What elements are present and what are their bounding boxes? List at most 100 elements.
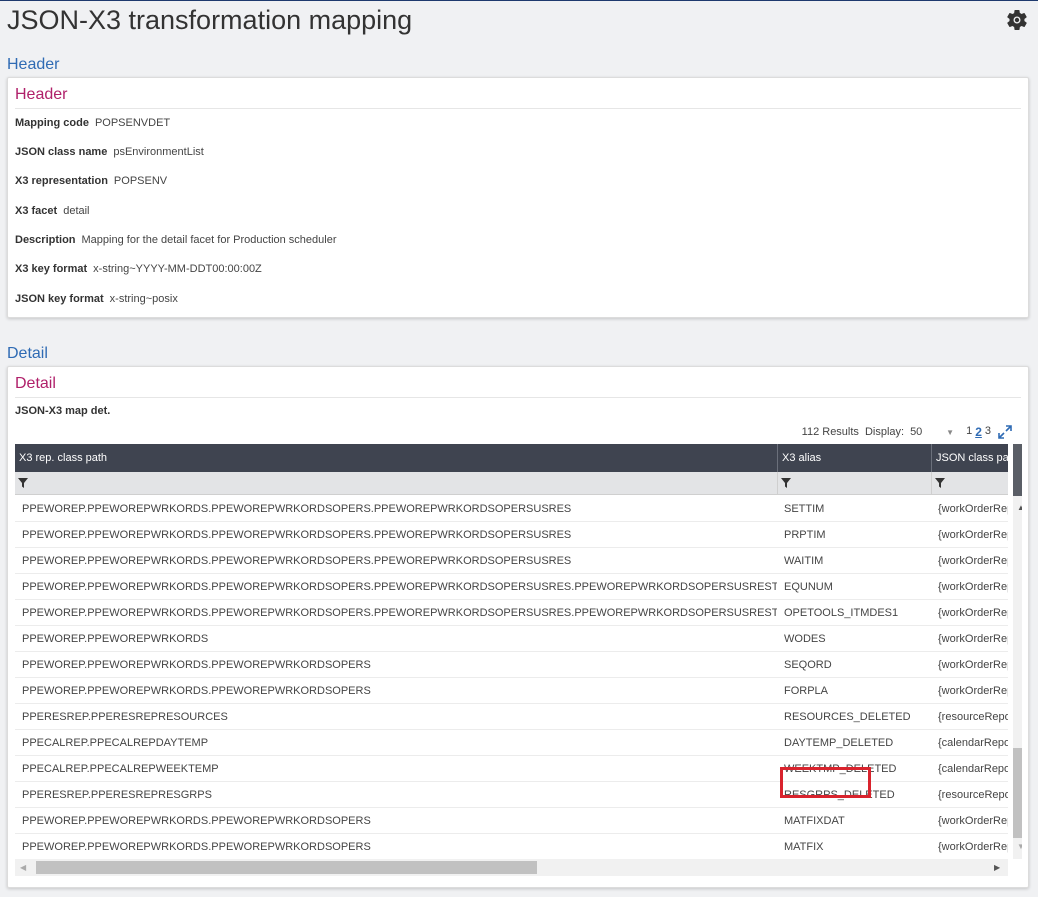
cell-x3-alias[interactable]: RESOURCES_DELETED xyxy=(777,704,931,730)
horizontal-scroll-thumb[interactable] xyxy=(36,861,537,874)
field-label: Mapping code xyxy=(15,117,89,129)
display-select[interactable]: 50 ▼ xyxy=(910,426,954,439)
cell-x3-rep-class-path[interactable]: PPEWOREP.PPEWOREPWRKORDS.PPEWOREPWRKORDS… xyxy=(15,652,777,678)
cell-x3-rep-class-path[interactable]: PPECALREP.PPECALREPDAYTEMP xyxy=(15,730,777,756)
cell-json-class-path[interactable]: {workOrderReport} xyxy=(931,574,1008,600)
table-row[interactable]: PPEWOREP.PPEWOREPWRKORDS.PPEWOREPWRKORDS… xyxy=(15,652,1008,678)
column-header-json-class-path[interactable]: JSON class path xyxy=(931,444,1008,472)
cell-x3-alias[interactable]: SETTIM xyxy=(777,496,931,522)
field-label: JSON key format xyxy=(15,293,104,305)
field-json-class-name: JSON class name psEnvironmentList xyxy=(15,146,204,158)
cell-x3-rep-class-path[interactable]: PPECALREP.PPECALREPWEEKTEMP xyxy=(15,756,777,782)
field-value: Mapping for the detail facet for Product… xyxy=(81,234,337,246)
table-row[interactable]: PPEWOREP.PPEWOREPWRKORDS.PPEWOREPWRKORDS… xyxy=(15,600,1008,626)
scroll-right-icon[interactable]: ▶ xyxy=(994,863,1000,872)
filter-icon[interactable] xyxy=(781,478,791,488)
display-label: Display: xyxy=(864,426,905,438)
cell-json-class-path[interactable]: {workOrderReport} xyxy=(931,522,1008,548)
cell-x3-alias[interactable]: WODES xyxy=(777,626,931,652)
table-row[interactable]: PPEWOREP.PPEWOREPWRKORDS.PPEWOREPWRKORDS… xyxy=(15,834,1008,860)
table-body: PPEWOREP.PPEWOREPWRKORDS.PPEWOREPWRKORDS… xyxy=(15,496,1008,860)
filter-cell xyxy=(15,472,777,495)
column-header-x3-alias[interactable]: X3 alias xyxy=(777,444,931,472)
field-value: x-string~YYYY-MM-DDT00:00:00Z xyxy=(93,263,262,275)
cell-json-class-path[interactable]: {calendarReport} xyxy=(931,756,1008,782)
cell-json-class-path[interactable]: {workOrderReport} xyxy=(931,496,1008,522)
cell-x3-alias[interactable]: OPETOOLS_ITMDES1 xyxy=(777,600,931,626)
cell-json-class-path[interactable]: {workOrderReport} xyxy=(931,808,1008,834)
column-header-x3-rep-class-path[interactable]: X3 rep. class path xyxy=(15,444,777,472)
table-row[interactable]: PPEWOREP.PPEWOREPWRKORDS.PPEWOREPWRKORDS… xyxy=(15,496,1008,522)
cell-x3-alias[interactable]: PRPTIM xyxy=(777,522,931,548)
filter-cell xyxy=(931,472,1008,495)
cell-x3-rep-class-path[interactable]: PPEWOREP.PPEWOREPWRKORDS xyxy=(15,626,777,652)
table-toolbar: 112 Results Display: 50 ▼ 1 2 3 xyxy=(802,425,1012,439)
gear-icon[interactable] xyxy=(1005,8,1029,32)
table-row[interactable]: PPEWOREP.PPEWOREPWRKORDS WODES {workOrderR… xyxy=(15,626,1008,652)
cell-x3-rep-class-path[interactable]: PPERESREP.PPERESREPRESOURCES xyxy=(15,704,777,730)
cell-x3-rep-class-path[interactable]: PPEWOREP.PPEWOREPWRKORDS.PPEWOREPWRKORDS… xyxy=(15,834,777,860)
page-1[interactable]: 1 xyxy=(966,425,972,439)
cell-json-class-path[interactable]: {workOrderReport} xyxy=(931,678,1008,704)
detail-card-title: Detail xyxy=(15,375,56,392)
cell-x3-alias[interactable]: WAITIM xyxy=(777,548,931,574)
cell-x3-rep-class-path[interactable]: PPEWOREP.PPEWOREPWRKORDS.PPEWOREPWRKORDS… xyxy=(15,678,777,704)
cell-x3-alias[interactable]: DAYTEMP_DELETED xyxy=(777,730,931,756)
data-grid: X3 rep. class path X3 alias JSON class p… xyxy=(15,444,1022,881)
table-row[interactable]: PPEWOREP.PPEWOREPWRKORDS.PPEWOREPWRKORDS… xyxy=(15,574,1008,600)
cell-x3-alias[interactable]: EQUNUM xyxy=(777,574,931,600)
horizontal-scrollbar[interactable]: ◀ ▶ xyxy=(15,859,1008,876)
filter-icon[interactable] xyxy=(935,478,945,488)
table-row[interactable]: PPEWOREP.PPEWOREPWRKORDS.PPEWOREPWRKORDS… xyxy=(15,522,1008,548)
cell-json-class-path[interactable]: {workOrderReport} xyxy=(931,548,1008,574)
field-json-key-format: JSON key format x-string~posix xyxy=(15,293,178,305)
scroll-down-icon[interactable]: ▼ xyxy=(1017,842,1022,851)
table-title: JSON-X3 map det. xyxy=(15,405,111,417)
page-3[interactable]: 3 xyxy=(985,425,991,439)
field-label: JSON class name xyxy=(15,146,108,158)
scroll-up-icon[interactable]: ▲ xyxy=(1017,503,1022,512)
expand-icon[interactable] xyxy=(998,425,1012,439)
cell-x3-rep-class-path[interactable]: PPEWOREP.PPEWOREPWRKORDS.PPEWOREPWRKORDS… xyxy=(15,808,777,834)
cell-x3-rep-class-path[interactable]: PPEWOREP.PPEWOREPWRKORDS.PPEWOREPWRKORDS… xyxy=(15,574,777,600)
cell-x3-rep-class-path[interactable]: PPEWOREP.PPEWOREPWRKORDS.PPEWOREPWRKORDS… xyxy=(15,600,777,626)
divider xyxy=(15,108,1021,109)
section-link-header[interactable]: Header xyxy=(7,56,59,74)
cell-x3-rep-class-path[interactable]: PPERESREP.PPERESREPRESGRPS xyxy=(15,782,777,808)
table-row[interactable]: PPEWOREP.PPEWOREPWRKORDS.PPEWOREPWRKORDS… xyxy=(15,808,1008,834)
field-value: POPSENVDET xyxy=(94,117,171,129)
page-2[interactable]: 2 xyxy=(975,425,982,439)
table-row[interactable]: PPERESREP.PPERESREPRESOURCES RESOURCES_DE… xyxy=(15,704,1008,730)
cell-x3-alias[interactable]: MATFIX xyxy=(777,834,931,860)
cell-x3-rep-class-path[interactable]: PPEWOREP.PPEWOREPWRKORDS.PPEWOREPWRKORDS… xyxy=(15,522,777,548)
pagination: 1 2 3 xyxy=(966,425,991,439)
cell-x3-alias[interactable]: FORPLA xyxy=(777,678,931,704)
cell-json-class-path[interactable]: {resourceReport} xyxy=(931,782,1008,808)
cell-json-class-path[interactable]: {workOrderReport} xyxy=(931,600,1008,626)
page-title: JSON-X3 transformation mapping xyxy=(7,5,413,35)
cell-x3-alias[interactable]: MATFIXDAT xyxy=(777,808,931,834)
cell-x3-alias[interactable]: RESGRPS_DELETED xyxy=(777,782,931,808)
cell-x3-alias[interactable]: SEQORD xyxy=(777,652,931,678)
scroll-left-icon[interactable]: ◀ xyxy=(20,863,26,872)
cell-x3-alias[interactable]: WEEKTMP_DELETED xyxy=(777,756,931,782)
cell-json-class-path[interactable]: {workOrderReport} xyxy=(931,652,1008,678)
table-row[interactable]: PPECALREP.PPECALREPDAYTEMP DAYTEMP_DELETE… xyxy=(15,730,1008,756)
divider xyxy=(15,397,1021,398)
cell-json-class-path[interactable]: {workOrderReport} xyxy=(931,626,1008,652)
cell-x3-rep-class-path[interactable]: PPEWOREP.PPEWOREPWRKORDS.PPEWOREPWRKORDS… xyxy=(15,496,777,522)
cell-x3-rep-class-path[interactable]: PPEWOREP.PPEWOREPWRKORDS.PPEWOREPWRKORDS… xyxy=(15,548,777,574)
cell-json-class-path[interactable]: {workOrderReport} xyxy=(931,834,1008,860)
table-row[interactable]: PPEWOREP.PPEWOREPWRKORDS.PPEWOREPWRKORDS… xyxy=(15,678,1008,704)
field-value: x-string~posix xyxy=(109,293,178,305)
filter-icon[interactable] xyxy=(18,478,28,488)
table-row[interactable]: PPERESREP.PPERESREPRESGRPS RESGRPS_DELETE… xyxy=(15,782,1008,808)
section-link-detail[interactable]: Detail xyxy=(7,345,48,363)
table-row[interactable]: PPECALREP.PPECALREPWEEKTEMP WEEKTMP_DELET… xyxy=(15,756,1008,782)
cell-json-class-path[interactable]: {calendarReport} xyxy=(931,730,1008,756)
vertical-scrollbar[interactable]: ▲ ▼ xyxy=(1013,444,1022,859)
field-label: Description xyxy=(15,234,76,246)
vertical-scroll-thumb[interactable] xyxy=(1013,748,1022,838)
cell-json-class-path[interactable]: {resourceReport} xyxy=(931,704,1008,730)
table-row[interactable]: PPEWOREP.PPEWOREPWRKORDS.PPEWOREPWRKORDS… xyxy=(15,548,1008,574)
